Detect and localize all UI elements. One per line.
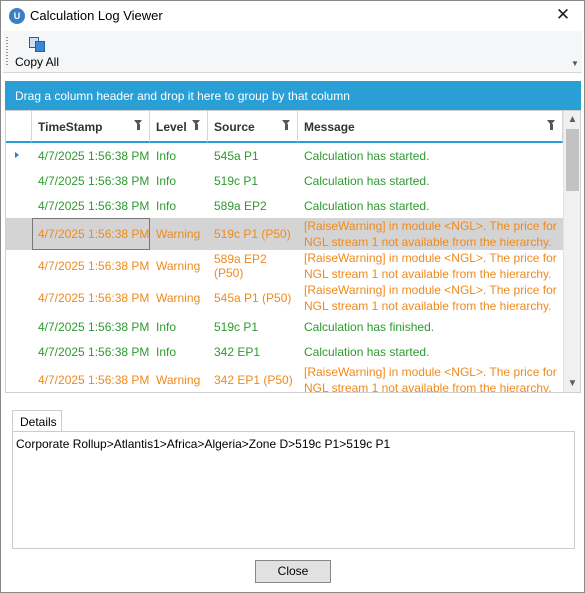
cell-source[interactable]: 519c P1: [208, 314, 298, 339]
table-row[interactable]: 4/7/2025 1:56:38 PM Warning 545a P1 (P50)[…: [6, 282, 563, 314]
title-bar: U Calculation Log Viewer ✕: [1, 1, 584, 31]
row-indicator-header: [6, 111, 32, 143]
cell-level[interactable]: Info: [150, 314, 208, 339]
cell-timestamp[interactable]: 4/7/2025 1:56:38 PM: [32, 282, 150, 314]
app-icon: U: [9, 8, 25, 24]
column-header-level[interactable]: Level: [150, 111, 208, 143]
cell-timestamp[interactable]: 4/7/2025 1:56:38 PM: [32, 143, 150, 168]
cell-source[interactable]: 589a EP2: [208, 193, 298, 218]
cell-level[interactable]: Info: [150, 339, 208, 364]
cell-message[interactable]: Calculation has started.: [298, 339, 563, 364]
column-header-label: TimeStamp: [38, 120, 103, 134]
cell-level[interactable]: Warning: [150, 282, 208, 314]
cell-level[interactable]: Warning: [150, 250, 208, 282]
cell-level[interactable]: Warning: [150, 364, 208, 392]
scroll-down-icon[interactable]: ▼: [564, 375, 580, 392]
cell-source[interactable]: 519c P1 (P50): [208, 218, 298, 250]
cell-timestamp[interactable]: 4/7/2025 1:56:38 PM: [32, 250, 150, 282]
toolbar-overflow-icon[interactable]: ▼: [570, 59, 580, 69]
column-header-message[interactable]: Message: [298, 111, 563, 143]
close-icon[interactable]: ✕: [552, 4, 574, 26]
cell-message[interactable]: [RaiseWarning] in module <NGL>. The pric…: [298, 282, 563, 314]
tab-details[interactable]: Details: [12, 410, 62, 432]
filter-icon[interactable]: [134, 120, 143, 130]
cell-level[interactable]: Info: [150, 143, 208, 168]
table-row[interactable]: 4/7/2025 1:56:38 PM Info 545a P1 Calculatio…: [6, 143, 563, 168]
log-grid: TimeStamp Level Source Message 4/7/2025 …: [5, 110, 581, 393]
copy-all-label: Copy All: [14, 55, 60, 69]
cell-timestamp[interactable]: 4/7/2025 1:56:38 PM: [32, 218, 150, 250]
filter-icon[interactable]: [547, 120, 556, 130]
cell-source[interactable]: 545a P1 (P50): [208, 282, 298, 314]
cell-message[interactable]: [RaiseWarning] in module <NGL>. The pric…: [298, 364, 563, 392]
cell-source[interactable]: 342 EP1 (P50): [208, 364, 298, 392]
vertical-scrollbar[interactable]: ▲ ▼: [563, 111, 580, 392]
column-header-label: Message: [304, 120, 355, 134]
cell-message[interactable]: Calculation has finished.: [298, 314, 563, 339]
column-header-label: Level: [156, 120, 187, 134]
table-row[interactable]: 4/7/2025 1:56:38 PM Info 589a EP2 Calculati…: [6, 193, 563, 218]
copy-all-button[interactable]: Copy All: [13, 35, 61, 71]
cell-level[interactable]: Info: [150, 193, 208, 218]
cell-timestamp[interactable]: 4/7/2025 1:56:38 PM: [32, 339, 150, 364]
cell-message[interactable]: Calculation has started.: [298, 143, 563, 168]
cell-message[interactable]: [RaiseWarning] in module <NGL>. The pric…: [298, 218, 563, 250]
column-header-source[interactable]: Source: [208, 111, 298, 143]
calculation-log-viewer-window: U Calculation Log Viewer ✕ Copy All ▼ Dr…: [0, 0, 585, 593]
scroll-thumb[interactable]: [566, 129, 579, 191]
column-header-timestamp[interactable]: TimeStamp: [32, 111, 150, 143]
filter-icon[interactable]: [192, 120, 201, 130]
cell-message[interactable]: Calculation has started.: [298, 168, 563, 193]
scroll-up-icon[interactable]: ▲: [564, 111, 580, 128]
column-header-label: Source: [214, 120, 255, 134]
cell-timestamp[interactable]: 4/7/2025 1:56:38 PM: [32, 168, 150, 193]
copy-icon: [28, 37, 46, 53]
table-row[interactable]: 4/7/2025 1:56:38 PM Warning 342 EP1 (P50)[…: [6, 364, 563, 392]
toolbar: Copy All ▼: [3, 31, 582, 73]
cell-source[interactable]: 545a P1: [208, 143, 298, 168]
table-row[interactable]: 4/7/2025 1:56:38 PM Info 519c P1 Calculatio…: [6, 314, 563, 339]
cell-source[interactable]: 589a EP2 (P50): [208, 250, 298, 282]
details-panel: Corporate Rollup>Atlantis1>Africa>Algeri…: [12, 431, 575, 549]
table-row[interactable]: 4/7/2025 1:56:38 PM Warning 589a EP2 (P50)…: [6, 250, 563, 282]
cell-message[interactable]: Calculation has started.: [298, 193, 563, 218]
window-title: Calculation Log Viewer: [30, 8, 163, 23]
cell-level[interactable]: Info: [150, 168, 208, 193]
toolbar-grip[interactable]: [6, 37, 8, 67]
current-row-indicator-icon: [15, 152, 19, 158]
cell-timestamp[interactable]: 4/7/2025 1:56:38 PM: [32, 314, 150, 339]
table-row[interactable]: 4/7/2025 1:56:38 PM Info 342 EP1 Calculatio…: [6, 339, 563, 364]
cell-message[interactable]: [RaiseWarning] in module <NGL>. The pric…: [298, 250, 563, 282]
cell-timestamp[interactable]: 4/7/2025 1:56:38 PM: [32, 193, 150, 218]
cell-source[interactable]: 519c P1: [208, 168, 298, 193]
table-row[interactable]: 4/7/2025 1:56:38 PM Info 519c P1 Calculatio…: [6, 168, 563, 193]
cell-level[interactable]: Warning: [150, 218, 208, 250]
table-row[interactable]: 4/7/2025 1:56:38 PM Warning 519c P1 (P50)[…: [6, 218, 563, 250]
cell-source[interactable]: 342 EP1: [208, 339, 298, 364]
filter-icon[interactable]: [282, 120, 291, 130]
close-button[interactable]: Close: [255, 560, 331, 583]
cell-timestamp[interactable]: 4/7/2025 1:56:38 PM: [32, 364, 150, 392]
group-by-panel[interactable]: Drag a column header and drop it here to…: [5, 81, 581, 110]
details-path: Corporate Rollup>Atlantis1>Africa>Algeri…: [16, 437, 391, 451]
